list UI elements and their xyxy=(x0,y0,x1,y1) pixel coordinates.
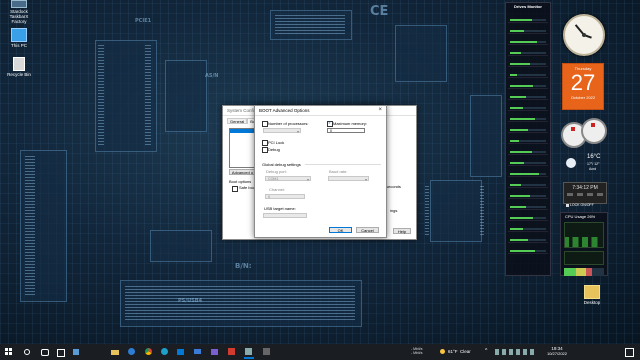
boot-options-label: Boot options xyxy=(229,179,252,184)
pci-lock-label: PCI Lock xyxy=(268,140,285,145)
file-explorer-icon[interactable] xyxy=(110,347,120,357)
cancel-button[interactable]: Cancel xyxy=(356,227,379,233)
weather-icon xyxy=(566,158,576,168)
weather-gadget: 16°C 17°/ 12° Acrd xyxy=(563,154,603,178)
start-windows-icon[interactable] xyxy=(4,347,14,357)
ok-button[interactable]: OK xyxy=(329,227,352,233)
ok-label: OK xyxy=(337,228,344,233)
baud-rate-select xyxy=(328,176,369,182)
tray-chevron-icon[interactable]: ^ xyxy=(485,348,487,354)
global-debug-settings-label: Global debug settings xyxy=(262,162,301,167)
channel-value: 0 xyxy=(268,195,270,199)
maximum-memory-value: 0 xyxy=(330,129,332,133)
computer-icon xyxy=(11,28,27,42)
chat-icon[interactable] xyxy=(39,347,49,357)
store-icon[interactable] xyxy=(176,347,186,357)
weather-temp: 16°C xyxy=(587,154,601,160)
number-of-processors-label: Number of processors: xyxy=(268,121,309,126)
maximum-memory-label: Maximum memory: xyxy=(333,121,368,126)
desktop-icon-label: Desktop xyxy=(583,300,601,305)
calendar-day: 27 xyxy=(570,70,596,95)
timeout-seconds-label: seconds xyxy=(386,184,401,189)
tray-date: 10/27/2022 xyxy=(546,351,568,356)
desktop-icon-label: Recycle Bin xyxy=(7,72,31,77)
weather-tray-icon xyxy=(440,349,445,354)
media-icon[interactable] xyxy=(262,347,272,357)
debug-label: Debug xyxy=(268,147,280,152)
channel-input: 0 xyxy=(265,194,305,199)
desktop-icon-app[interactable]: Stardock TaskbarX Factory xyxy=(4,0,34,24)
taskbar: - Mbit/s - Mbit/s 61°F Clear ^ 19:34 10/… xyxy=(0,344,640,360)
recycle-bin-icon xyxy=(13,57,25,71)
global-debug-divider xyxy=(305,164,381,165)
usb-target-name-input xyxy=(263,213,307,218)
mail-icon[interactable] xyxy=(193,347,203,357)
desktop-icon-recycle-bin[interactable]: Recycle Bin xyxy=(4,57,34,77)
debug-port-value: COM1 xyxy=(268,177,279,181)
weather-tray-text: 61°F Clear xyxy=(448,349,471,354)
tray-icons[interactable] xyxy=(495,349,535,355)
calendar-gadget: Thursday 27 October 2022 xyxy=(562,63,604,110)
search-icon[interactable] xyxy=(22,347,32,357)
system-config-title: System Config xyxy=(227,108,257,113)
safe-boot-checkbox[interactable] xyxy=(232,186,238,192)
drives-monitor-gadget: Drives Monitor xyxy=(505,2,551,276)
weather-range: 17°/ 12° xyxy=(587,162,600,166)
channel-label: Channel: xyxy=(269,187,286,192)
digital-clock-time: 7:34:12 PM xyxy=(572,185,598,191)
network-speed-tray: - Mbit/s - Mbit/s xyxy=(411,347,423,355)
browser-icon[interactable] xyxy=(127,347,137,357)
debug-port-label: Debug port: xyxy=(266,169,287,174)
boot-advanced-title: BOOT Advanced Options xyxy=(259,108,310,113)
widgets-icon[interactable] xyxy=(71,347,81,357)
advanced-options-button[interactable]: Advanced o xyxy=(229,169,256,175)
desktop-icon-this-pc[interactable]: This PC xyxy=(4,28,34,48)
cancel-label: Cancel xyxy=(361,228,374,233)
app-red-icon[interactable] xyxy=(227,347,237,357)
debug-port-select: COM1 xyxy=(265,176,311,182)
lock-toggle[interactable]: LOCK ON/OFF xyxy=(566,203,594,208)
desktop-icon-label: Stardock TaskbarX Factory xyxy=(9,9,29,24)
calendar-month-year: October 2022 xyxy=(570,95,596,100)
gauge-gadget xyxy=(561,118,607,152)
notifications-icon[interactable] xyxy=(625,348,634,357)
help-label: Help xyxy=(397,229,407,234)
msconfig-icon[interactable] xyxy=(244,347,254,359)
tab-general[interactable]: General xyxy=(227,118,248,124)
lock-label: LOCK ON/OFF xyxy=(569,203,594,207)
cpu-usage-gadget: CPU Usage 26% xyxy=(560,212,608,276)
app-icon xyxy=(11,0,27,8)
close-icon[interactable]: × xyxy=(378,107,382,113)
folder-icon xyxy=(584,285,600,299)
maximum-memory-input[interactable]: 0 xyxy=(327,128,365,133)
desktop-icon-label: This PC xyxy=(10,43,27,48)
tray-clock[interactable]: 19:34 10/27/2022 xyxy=(542,346,572,356)
photos-icon[interactable] xyxy=(210,347,220,357)
analog-clock-gadget xyxy=(563,14,605,56)
digital-clock-gadget: 7:34:12 PM xyxy=(563,182,607,204)
drives-monitor-title: Drives Monitor xyxy=(513,4,542,9)
usb-target-name-label: USB target name: xyxy=(264,206,296,211)
task-view-icon[interactable] xyxy=(55,347,65,357)
baud-rate-label: Baud rate: xyxy=(329,169,348,174)
number-of-processors-select xyxy=(263,128,301,134)
boot-settings-label: ings xyxy=(390,208,398,213)
chrome-icon[interactable] xyxy=(144,347,154,357)
boot-advanced-options-dialog: BOOT Advanced Options × Number of proces… xyxy=(254,105,387,238)
desktop-icon-desktop[interactable]: Desktop xyxy=(577,285,607,305)
lock-icon xyxy=(566,203,569,207)
cpu-usage-title: CPU Usage 26% xyxy=(565,214,596,219)
boot-advanced-titlebar: BOOT Advanced Options × xyxy=(255,106,386,116)
weather-place: Acrd xyxy=(589,167,597,171)
advanced-options-label: Advanced o xyxy=(231,170,254,175)
edge-icon[interactable] xyxy=(160,347,170,357)
help-button[interactable]: Help xyxy=(393,228,411,234)
